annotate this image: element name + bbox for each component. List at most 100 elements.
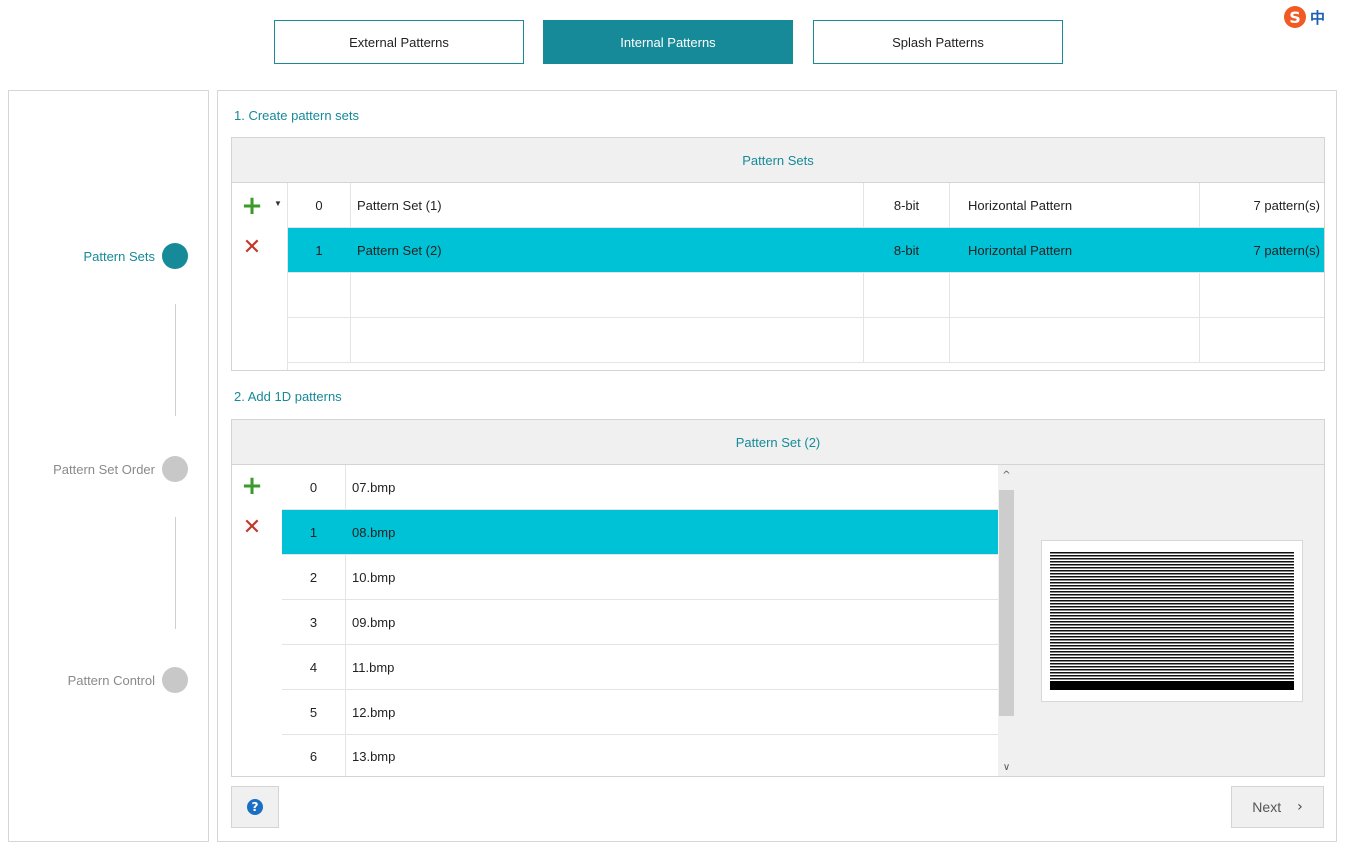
pattern-sets-toolbar: + ▼ ✕ — [232, 183, 288, 370]
chevron-right-icon: › — [1297, 799, 1303, 815]
help-button[interactable]: ? — [231, 786, 279, 828]
row-index: 6 — [309, 748, 318, 764]
stripe-line — [1050, 570, 1294, 572]
list-item[interactable]: 3 09.bmp — [282, 600, 998, 645]
stripe-line — [1050, 630, 1294, 632]
ime-language: 中 — [1310, 8, 1326, 27]
stripe-line — [1050, 621, 1294, 623]
remove-pattern-set-button[interactable]: ✕ — [241, 237, 263, 259]
pattern-preview-area — [1015, 465, 1324, 776]
pattern-file-name: 07.bmp — [345, 465, 998, 509]
table-row[interactable]: 1 Pattern Set (2) 8-bit Horizontal Patte… — [288, 228, 1324, 273]
stripe-line — [1050, 588, 1294, 590]
bit-depth: 8-bit — [864, 183, 950, 227]
plus-icon: + — [241, 471, 263, 501]
orientation: Horizontal Pattern — [950, 183, 1200, 227]
stripe-line — [1050, 576, 1294, 578]
ime-logo-icon: S — [1284, 6, 1306, 28]
pattern-sets-grid: Pattern Sets + ▼ ✕ 0 Pattern Set (1) 8-b… — [231, 137, 1325, 371]
stripe-line — [1050, 639, 1294, 641]
stripe-line — [1050, 651, 1294, 653]
question-icon: ? — [247, 799, 263, 815]
stripe-line — [1050, 636, 1294, 638]
stripe-line — [1050, 585, 1294, 587]
pattern-preview — [1041, 540, 1303, 702]
add-dropdown-caret-icon[interactable]: ▼ — [274, 199, 282, 208]
add-pattern-set-button[interactable]: + — [241, 191, 263, 221]
stripe-line — [1050, 615, 1294, 617]
scroll-up-icon[interactable]: ^ — [998, 465, 1015, 485]
main-panel: 1. Create pattern sets Pattern Sets + ▼ … — [217, 90, 1337, 842]
stripe-line — [1050, 552, 1294, 554]
row-index: 0 — [309, 479, 318, 495]
stripe-line — [1050, 591, 1294, 593]
stripe-line — [1050, 612, 1294, 614]
list-item[interactable]: 5 12.bmp — [282, 690, 998, 735]
ime-indicator[interactable]: S 中 — [1284, 4, 1353, 30]
step-pattern-set-order[interactable]: Pattern Set Order — [53, 456, 188, 482]
list-item[interactable]: 4 11.bmp — [282, 645, 998, 690]
pattern-file-name: 12.bmp — [345, 690, 998, 734]
scroll-down-icon[interactable]: ∨ — [998, 757, 1015, 776]
scroll-thumb[interactable] — [999, 490, 1014, 716]
list-item[interactable]: 6 13.bmp — [282, 735, 998, 776]
step-active-dot-icon — [162, 243, 188, 269]
step-navigator: Pattern Sets Pattern Set Order Pattern C… — [8, 90, 209, 842]
row-index: 4 — [309, 659, 318, 675]
step-inactive-dot-icon — [162, 667, 188, 693]
tab-internal-patterns[interactable]: Internal Patterns — [543, 20, 793, 64]
stripe-line — [1050, 573, 1294, 575]
stripe-line — [1050, 561, 1294, 563]
pattern-file-name: 13.bmp — [345, 735, 998, 776]
stripe-line — [1050, 564, 1294, 566]
stripe-line — [1050, 678, 1294, 680]
table-row[interactable]: 0 Pattern Set (1) 8-bit Horizontal Patte… — [288, 183, 1324, 228]
pattern-file-name: 11.bmp — [345, 645, 998, 689]
horizontal-stripes-preview — [1050, 552, 1294, 690]
step-pattern-sets[interactable]: Pattern Sets — [83, 243, 188, 269]
cross-icon: ✕ — [242, 235, 262, 260]
stripe-line — [1050, 594, 1294, 596]
step-connector — [175, 517, 176, 629]
pattern-count: 7 pattern(s) — [1253, 197, 1320, 213]
list-item[interactable]: 0 07.bmp — [282, 465, 998, 510]
tab-external-patterns[interactable]: External Patterns — [274, 20, 524, 64]
tab-splash-patterns[interactable]: Splash Patterns — [813, 20, 1063, 64]
pattern-list-scrollbar[interactable]: ^ ∨ — [998, 465, 1015, 776]
stripe-line — [1050, 603, 1294, 605]
stripe-line — [1050, 663, 1294, 665]
stripe-line — [1050, 657, 1294, 659]
stripe-line — [1050, 582, 1294, 584]
list-item[interactable]: 2 10.bmp — [282, 555, 998, 600]
section-create-pattern-sets-title: 1. Create pattern sets — [234, 108, 360, 123]
step-inactive-dot-icon — [162, 456, 188, 482]
pattern-file-name: 09.bmp — [345, 600, 998, 644]
pattern-files-toolbar: + ✕ — [232, 465, 282, 776]
stripe-line — [1050, 627, 1294, 629]
list-item[interactable]: 1 08.bmp — [282, 510, 998, 555]
stripe-line — [1050, 624, 1294, 626]
add-pattern-button[interactable]: + — [241, 471, 263, 501]
row-index: 2 — [309, 569, 318, 585]
remove-pattern-button[interactable]: ✕ — [241, 517, 263, 539]
step-label: Pattern Control — [67, 672, 155, 688]
row-index: 0 — [288, 183, 351, 227]
pattern-sets-grid-header: Pattern Sets — [232, 138, 1324, 183]
stripe-line — [1050, 558, 1294, 560]
step-pattern-control[interactable]: Pattern Control — [68, 667, 188, 693]
table-row-empty — [288, 273, 1324, 318]
plus-icon: + — [241, 191, 263, 221]
stripe-line — [1050, 648, 1294, 650]
stripe-line — [1050, 600, 1294, 602]
next-label: Next — [1252, 799, 1282, 815]
row-index: 5 — [309, 704, 318, 720]
stripe-band — [1050, 681, 1294, 690]
stripe-line — [1050, 633, 1294, 635]
stripe-line — [1050, 645, 1294, 647]
bit-depth: 8-bit — [864, 228, 950, 272]
section-add-1d-patterns-title: 2. Add 1D patterns — [234, 389, 342, 404]
next-button[interactable]: Next › — [1231, 786, 1324, 828]
stripe-line — [1050, 666, 1294, 668]
table-row-empty — [288, 318, 1324, 363]
stripe-line — [1050, 675, 1294, 677]
